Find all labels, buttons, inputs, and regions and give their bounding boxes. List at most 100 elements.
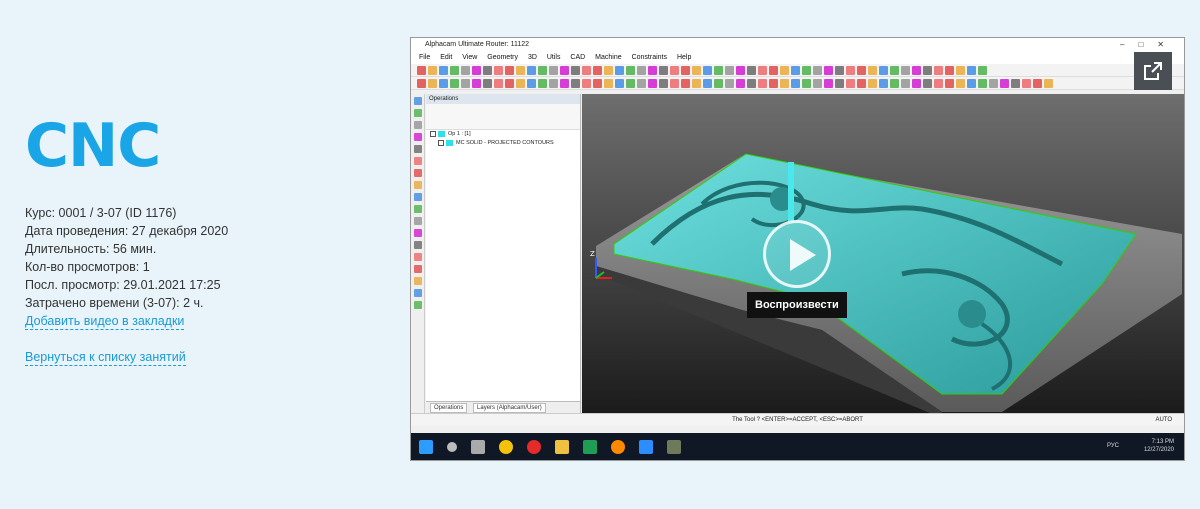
meta-views: Кол-во просмотров: 1 (25, 260, 150, 274)
meta-course: Курс: 0001 / 3-07 (ID 1176) (25, 206, 177, 220)
toolbar-tool-icon (747, 78, 756, 88)
toolbar-tool-icon (417, 65, 426, 75)
side-tool-icon (413, 181, 422, 189)
toolbar-tool-icon (538, 65, 547, 75)
toolbar-tool-icon (923, 78, 932, 88)
toolbar-tool-icon (527, 65, 536, 75)
system-tray: РУС 7:13 PM 12/27/2020 (1106, 439, 1174, 453)
cad-viewport: Z (582, 94, 1184, 413)
alphacam-icon (667, 439, 681, 454)
toolbar-tool-icon (890, 65, 899, 75)
meta-date: Дата проведения: 27 декабря 2020 (25, 224, 229, 238)
operations-tools (426, 104, 580, 130)
windows-start-icon (419, 439, 433, 454)
toolbar-tool-icon (780, 65, 789, 75)
side-tool-icon (413, 265, 422, 273)
side-tool-icon (413, 145, 422, 153)
external-link-button[interactable] (1134, 52, 1172, 90)
add-bookmark-link[interactable]: Добавить видео в закладки (25, 314, 185, 330)
toolbar-tool-icon (824, 78, 833, 88)
op-tree-item: Op 1 : [1] (426, 130, 580, 139)
toolbar-tool-icon (912, 78, 921, 88)
toolbar-tool-icon (538, 78, 547, 88)
toolbar-tool-icon (505, 78, 514, 88)
toolbar-tool-icon (516, 78, 525, 88)
toolbar-tool-icon (714, 78, 723, 88)
toolbar-tool-icon (868, 65, 877, 75)
toolbar-tool-icon (472, 65, 481, 75)
toolbar-tool-icon (461, 65, 470, 75)
toolbar-tool-icon (1033, 78, 1042, 88)
toolbar-tool-icon (923, 65, 932, 75)
toolbar-tool-icon (648, 78, 657, 88)
side-tool-icon (413, 241, 422, 249)
toolbar-tool-icon (505, 65, 514, 75)
side-tool-icon (413, 157, 422, 165)
toolbar-tool-icon (791, 65, 800, 75)
toolbar-tool-icon (692, 65, 701, 75)
toolbar-tool-icon (582, 65, 591, 75)
window-controls: –□✕ (1120, 40, 1178, 49)
toolbar-tool-icon (835, 78, 844, 88)
toolbar-tool-icon (967, 65, 976, 75)
video-player[interactable]: Alphacam Ultimate Router: 11122 –□✕ File… (410, 37, 1185, 461)
toolbar-tool-icon (681, 78, 690, 88)
toolbar-tool-icon (879, 65, 888, 75)
toolbar-tool-icon (945, 78, 954, 88)
toolbar-tool-icon (439, 65, 448, 75)
side-tool-icon (413, 301, 422, 309)
play-button[interactable] (763, 220, 831, 288)
toolbar-tool-icon (725, 65, 734, 75)
back-to-lessons-link[interactable]: Вернуться к списку занятий (25, 350, 186, 366)
side-tool-icon (413, 289, 422, 297)
toolbar-tool-icon (527, 78, 536, 88)
toolbar-tool-icon (736, 65, 745, 75)
toolbar-tool-icon (978, 65, 987, 75)
toolbar-tool-icon (615, 78, 624, 88)
toolbar-tool-icon (1022, 78, 1031, 88)
toolbar-tool-icon (560, 65, 569, 75)
toolbar-tool-icon (626, 78, 635, 88)
app-side-toolbar (411, 94, 425, 413)
toolbar-tool-icon (791, 78, 800, 88)
toolbar-tool-icon (659, 78, 668, 88)
side-tool-icon (413, 253, 422, 261)
toolbar-tool-icon (758, 65, 767, 75)
toolbar-tool-icon (868, 78, 877, 88)
toolbar-tool-icon (494, 78, 503, 88)
operations-panel: Operations Op 1 : [1] MC SOLID - PROJECT… (426, 94, 581, 413)
side-tool-icon (413, 277, 422, 285)
toolbar-tool-icon (714, 65, 723, 75)
operations-header: Operations (426, 94, 580, 104)
toolbar-tool-icon (692, 78, 701, 88)
toolbar-tool-icon (549, 78, 558, 88)
operations-tabs: Operations Layers (Alphacam/User) (426, 401, 580, 413)
toolbar-tool-icon (846, 65, 855, 75)
toolbar-tool-icon (439, 78, 448, 88)
toolbar-tool-icon (769, 65, 778, 75)
toolbar-tool-icon (802, 78, 811, 88)
side-tool-icon (413, 109, 422, 117)
side-tool-icon (413, 193, 422, 201)
toolbar-tool-icon (648, 65, 657, 75)
toolbar-tool-icon (1011, 78, 1020, 88)
toolbar-tool-icon (461, 78, 470, 88)
firefox-icon (611, 439, 625, 454)
toolbar-tool-icon (934, 65, 943, 75)
toolbar-tool-icon (967, 78, 976, 88)
toolbar-tool-icon (428, 65, 437, 75)
toolbar-tool-icon (593, 65, 602, 75)
toolbar-tool-icon (736, 78, 745, 88)
carved-panel-render: Z (590, 153, 1182, 413)
toolbar-tool-icon (813, 65, 822, 75)
toolbar-tool-icon (615, 65, 624, 75)
toolbar-tool-icon (879, 78, 888, 88)
side-tool-icon (413, 217, 422, 225)
play-tooltip: Воспроизвести (747, 292, 847, 318)
toolbar-tool-icon (637, 78, 646, 88)
side-tool-icon (413, 97, 422, 105)
toolbar-tool-icon (450, 65, 459, 75)
toolbar-tool-icon (1000, 78, 1009, 88)
task-view-icon (471, 439, 485, 454)
toolbar-tool-icon (571, 65, 580, 75)
